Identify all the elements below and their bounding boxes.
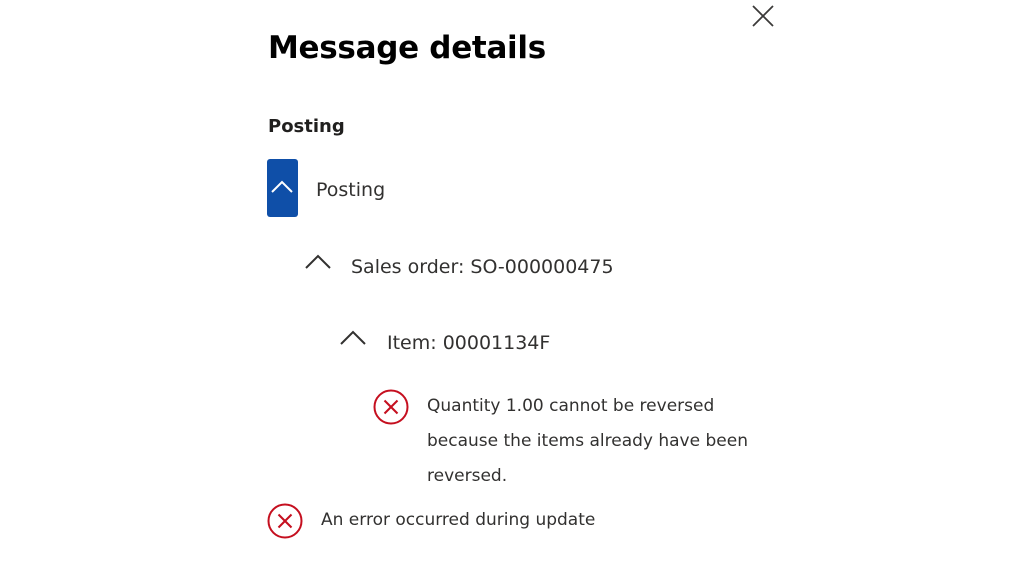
chevron-up-icon	[340, 330, 366, 345]
tree-node-posting-label: Posting	[316, 179, 386, 201]
close-icon	[752, 5, 774, 27]
sales-order-collapse-toggle[interactable]	[304, 251, 332, 273]
chevron-up-icon	[271, 180, 293, 193]
item-error-line: Quantity 1.00 cannot be reversed	[427, 396, 715, 416]
tree-node-sales-order-label: Sales order: SO-000000475	[351, 256, 614, 278]
close-button[interactable]	[748, 1, 778, 31]
page-title: Message details	[268, 30, 546, 66]
item-error-line: because the items already have been	[427, 431, 748, 451]
summary-error-message: An error occurred during update	[321, 510, 596, 530]
message-details-dialog: Message details Posting Posting Sales or…	[0, 0, 1024, 563]
tree-node-item-label: Item: 00001134F	[387, 332, 551, 354]
section-heading: Posting	[268, 116, 345, 137]
error-circle-icon	[372, 388, 410, 426]
error-circle-icon	[266, 502, 304, 540]
item-collapse-toggle[interactable]	[339, 327, 367, 349]
posting-collapse-toggle[interactable]	[267, 159, 298, 217]
chevron-up-icon	[305, 254, 331, 269]
item-error-message: Quantity 1.00 cannot be reversed because…	[427, 389, 787, 494]
item-error-line: reversed.	[427, 466, 508, 486]
